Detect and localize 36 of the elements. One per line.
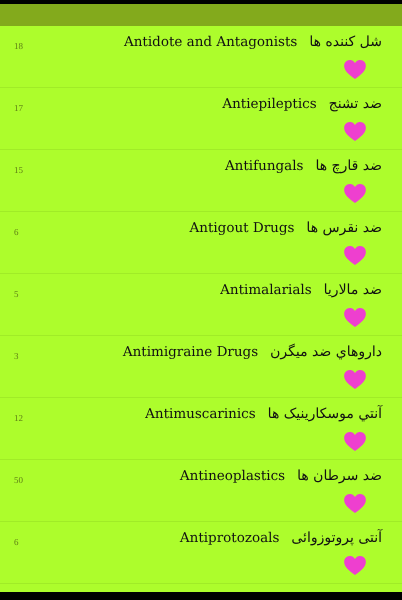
item-count: 12: [14, 413, 23, 423]
heart-icon[interactable]: [344, 432, 366, 451]
item-title: Antigout Drugs: [190, 220, 294, 236]
item-title: Antimigraine Drugs: [122, 344, 258, 360]
item-title: Antimalarials: [220, 282, 312, 298]
heart-icon[interactable]: [344, 494, 366, 513]
item-title-persian: آنتي موسکارينيک ها: [268, 406, 382, 422]
item-title-persian: ضد قارچ ها: [315, 158, 382, 174]
item-title-persian: آنتی پروتوزوائی: [291, 530, 382, 546]
item-title: Antimuscarinics: [145, 406, 256, 422]
heart-icon[interactable]: [344, 556, 366, 575]
item-title: Antiepileptics: [222, 96, 317, 112]
item-title: Antiprotozoals: [180, 530, 280, 546]
item-count: 5: [14, 289, 18, 299]
heart-icon[interactable]: [344, 308, 366, 327]
item-title-persian: ضد مالاريا: [324, 282, 382, 298]
item-count: 50: [14, 475, 23, 485]
heart-icon[interactable]: [344, 246, 366, 265]
item-count: 18: [14, 41, 23, 51]
item-title: Antineoplastics: [180, 468, 286, 484]
item-title-persian: داروهاي ضد ميگرن: [270, 344, 382, 360]
heart-icon[interactable]: [344, 60, 366, 79]
item-count: 6: [14, 227, 18, 237]
item-count: 15: [14, 165, 23, 175]
heart-icon[interactable]: [344, 370, 366, 389]
item-count: 6: [14, 537, 18, 547]
item-title: Antidote and Antagonists: [124, 34, 298, 50]
item-title-persian: ضد سرطان ها: [297, 468, 382, 484]
item-title-persian: شل کننده ها: [309, 34, 382, 50]
heart-icon[interactable]: [344, 184, 366, 203]
item-title: Antifungals: [224, 158, 304, 174]
item-title-persian: ضد تشنج: [328, 96, 382, 112]
item-title-persian: ضد نقرس ها: [306, 220, 382, 236]
item-count: 17: [14, 103, 23, 113]
heart-icon[interactable]: [344, 122, 366, 141]
item-count: 3: [14, 351, 18, 361]
